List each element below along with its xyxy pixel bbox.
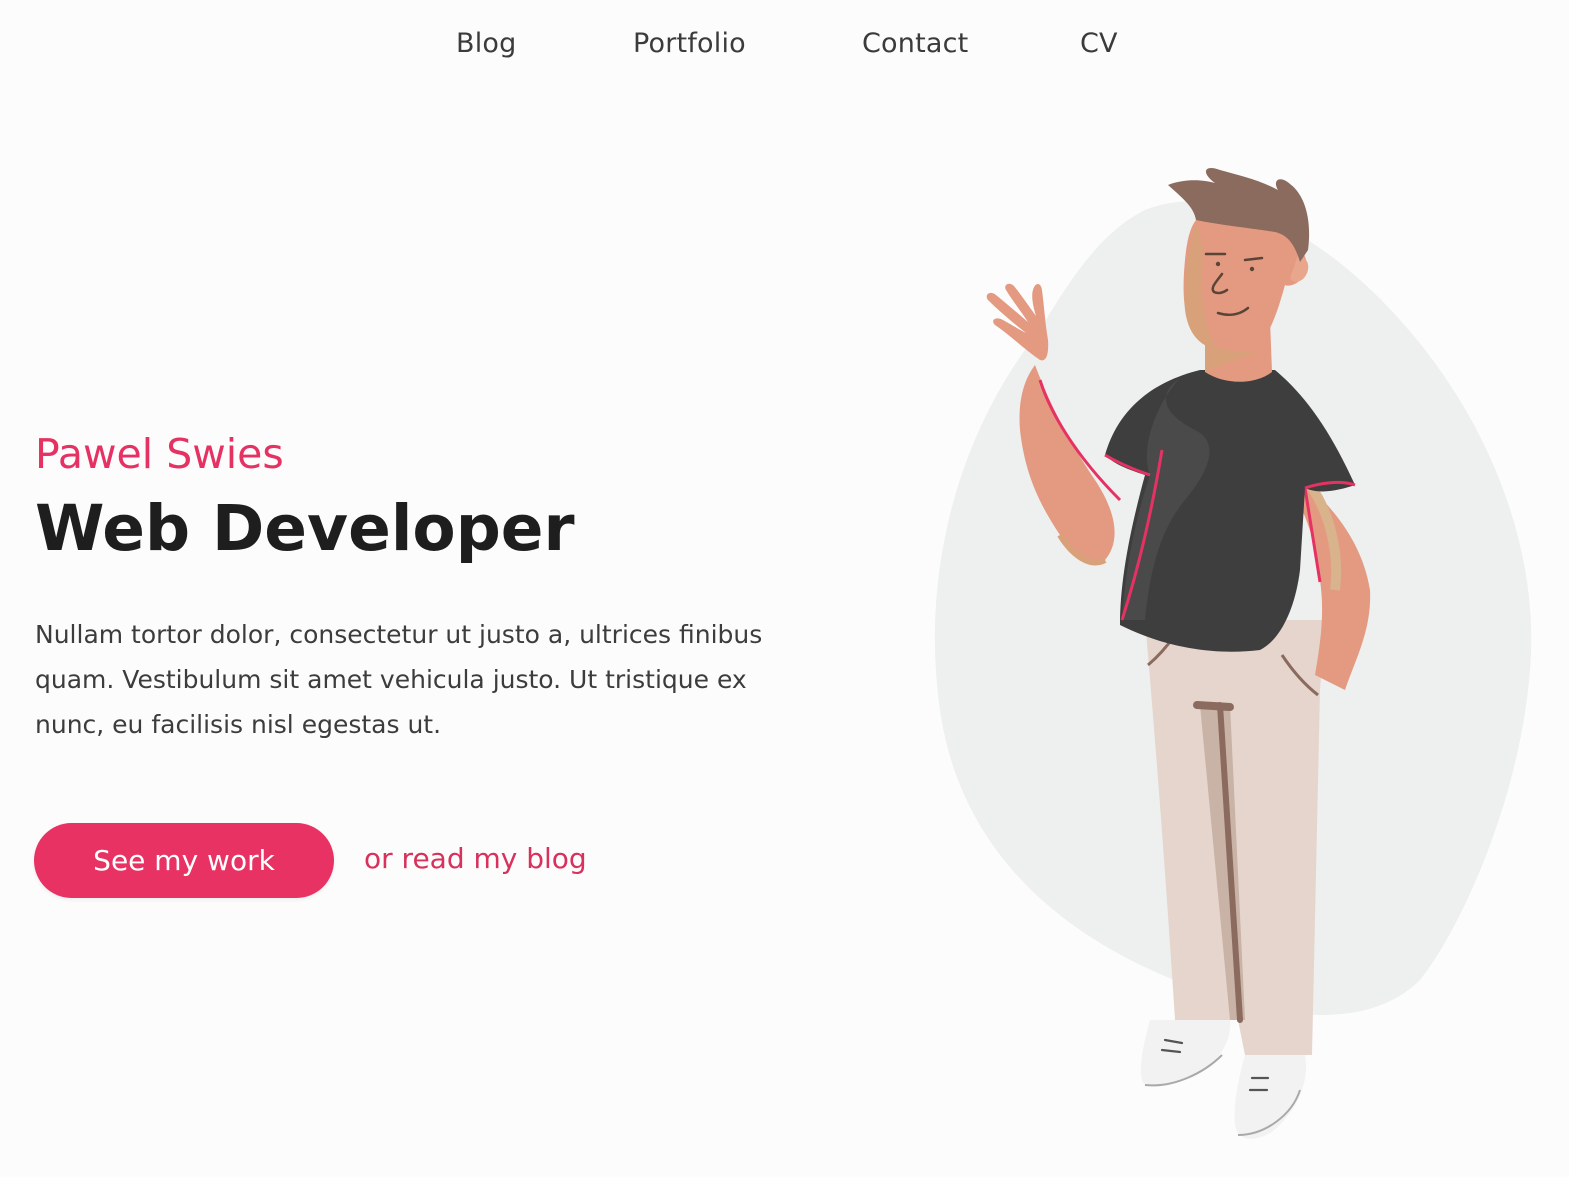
nav-link-cv[interactable]: CV <box>1080 28 1118 59</box>
see-my-work-button[interactable]: See my work <box>34 823 334 898</box>
nav-link-portfolio[interactable]: Portfolio <box>633 28 746 59</box>
hero-name: Pawel Swies <box>35 430 284 478</box>
waving-hand <box>986 283 1049 361</box>
nav-link-blog[interactable]: Blog <box>456 28 516 59</box>
hero-title: Web Developer <box>35 492 575 565</box>
top-navigation: Blog Portfolio Contact CV <box>0 0 1569 92</box>
hero-description: Nullam tortor dolor, consectetur ut just… <box>35 620 763 739</box>
nav-link-contact[interactable]: Contact <box>862 28 968 59</box>
read-my-blog-link[interactable]: or read my blog <box>364 842 587 875</box>
person-waving-illustration <box>900 150 1560 1160</box>
left-shoe <box>1140 1020 1231 1087</box>
hero-section: Pawel Swies Web Developer Nullam tortor … <box>35 428 815 747</box>
